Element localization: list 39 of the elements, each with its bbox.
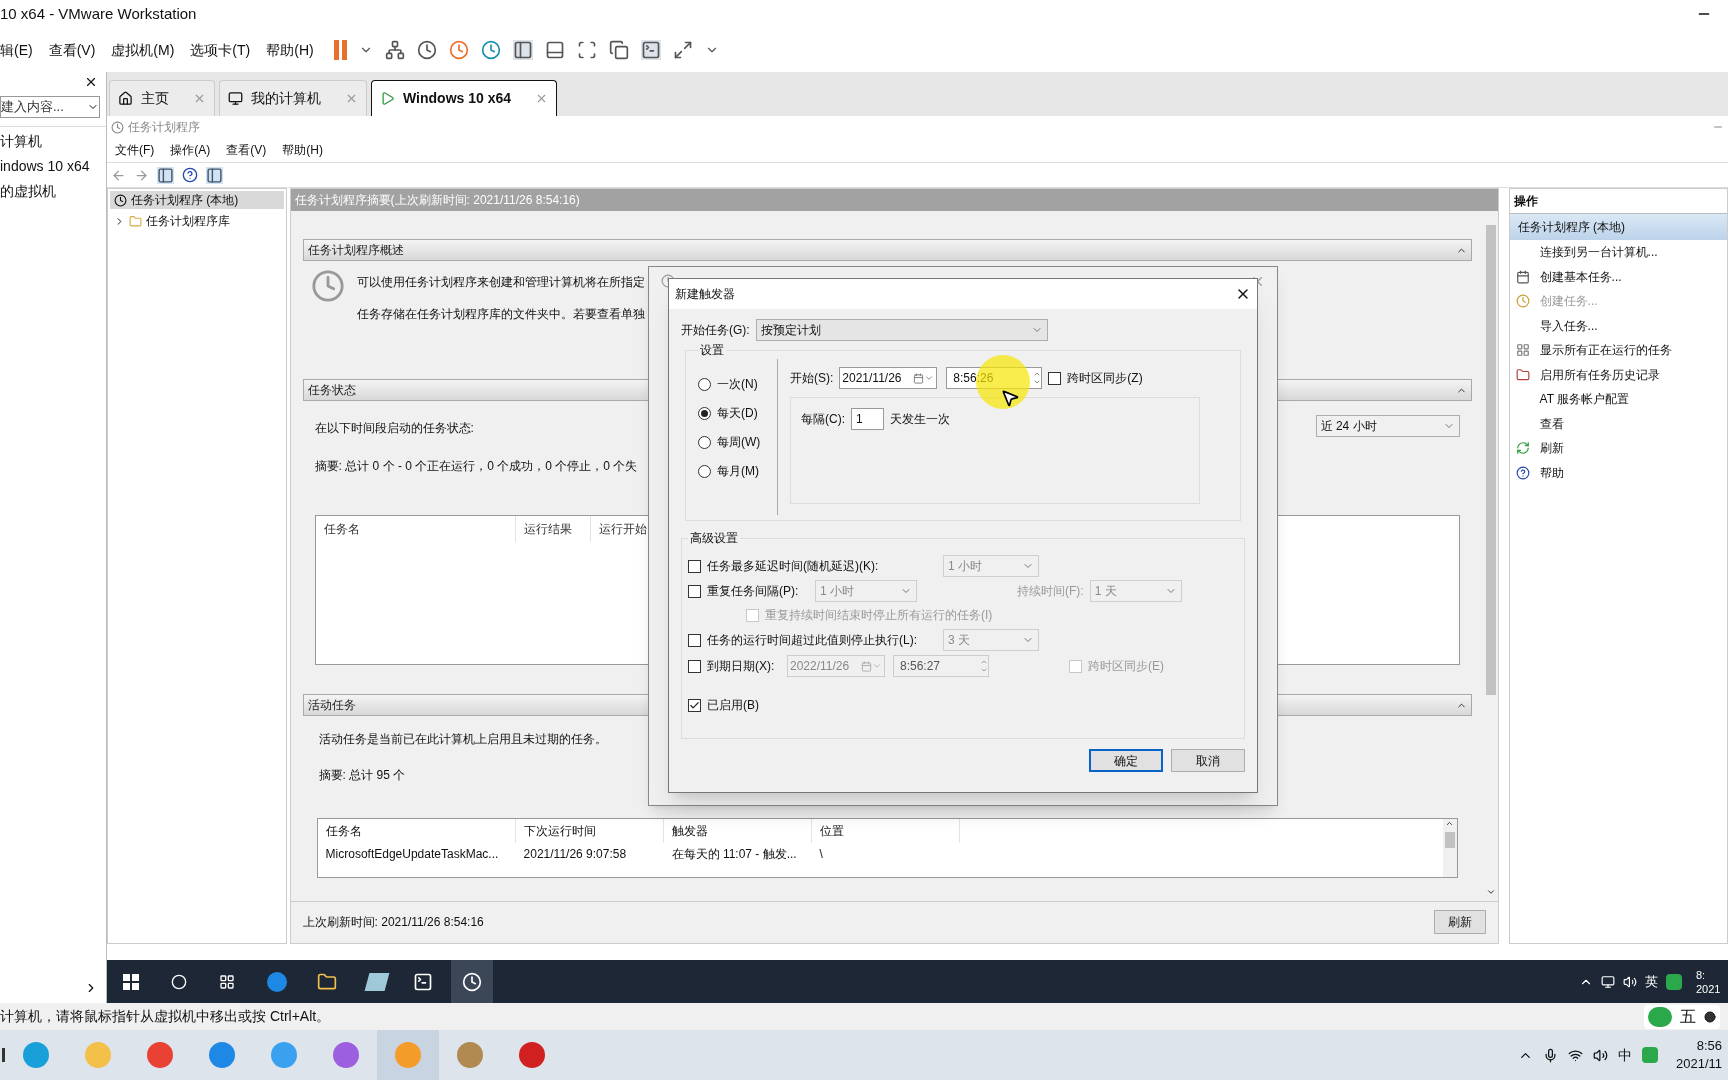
advanced-title: 高级设置	[689, 530, 739, 547]
status-text: 计算机，请将鼠标指针从虚拟机中移出或按 Ctrl+Alt。	[0, 1007, 331, 1026]
last-refresh-text: 上次刷新时间: 2021/11/26 8:54:16	[302, 913, 484, 931]
expire-sync-label: 跨时区同步(E)	[1088, 658, 1164, 675]
description-text: 任务存储在任务计划程序库的文件夹中。若要查看单独	[356, 306, 645, 323]
radio-label: 每月(M)	[717, 463, 759, 480]
active-summary: 摘要: 总计 95 个	[318, 767, 407, 784]
dialog-title: 新建触发器	[675, 286, 735, 303]
clock-date: 2021/11	[1675, 1055, 1722, 1073]
table-cell-text: 2021/11/26 9:07:58	[522, 846, 628, 863]
recur-unit: 天发生一次	[890, 411, 950, 428]
clock-time: 8:56	[1696, 1037, 1722, 1055]
start-task-label: 开始任务(G):	[681, 322, 750, 339]
window-title: 10 x64 - VMware Workstation	[0, 3, 197, 24]
repeat-label: 重复任务间隔(P):	[707, 583, 800, 600]
radio-label: 每周(W)	[717, 434, 761, 451]
active-intro: 活动任务是当前已在此计算机上启用且未过期的任务。	[318, 731, 608, 748]
table-cell-text: \	[818, 846, 824, 863]
status-intro: 在以下时间段启动的任务状态:	[314, 420, 475, 437]
clock-date: 2021	[1696, 981, 1722, 996]
table-cell-text: MicrosoftEdgeUpdateTaskMac...	[324, 846, 500, 863]
clock-time: 8:	[1696, 967, 1707, 982]
expire-label: 到期日期(X):	[707, 658, 776, 675]
table-cell-text: 在每天的 11:07 - 触发...	[670, 846, 798, 863]
stop-after-label: 任务的运行时间超过此值则停止执行(L):	[707, 632, 918, 649]
radio-label: 一次(N)	[717, 376, 758, 393]
status-summary: 摘要: 总计 0 个 - 0 个正在运行，0 个成功，0 个停止，0 个失	[314, 458, 638, 475]
description-text: 可以使用任务计划程序来创建和管理计算机将在所指定	[356, 274, 645, 291]
guest-window-title: 任务计划程序	[128, 119, 200, 136]
recur-label: 每隔(C):	[801, 411, 845, 428]
delay-label: 任务最多延迟时间(随机延迟)(K):	[707, 558, 880, 575]
stop-all-label: 重复持续时间结束时停止所有运行的任务(I)	[765, 607, 993, 624]
sync-label: 跨时区同步(Z)	[1067, 370, 1143, 387]
settings-title: 设置	[699, 342, 725, 359]
start-label: 开始(S):	[790, 370, 834, 387]
enabled-label: 已启用(B)	[707, 697, 759, 714]
radio-label: 每天(D)	[717, 405, 758, 422]
duration-label: 持续时间(F):	[1017, 583, 1084, 600]
summary-header: 任务计划程序摘要(上次刷新时间: 2021/11/26 8:54:16)	[290, 189, 1498, 211]
